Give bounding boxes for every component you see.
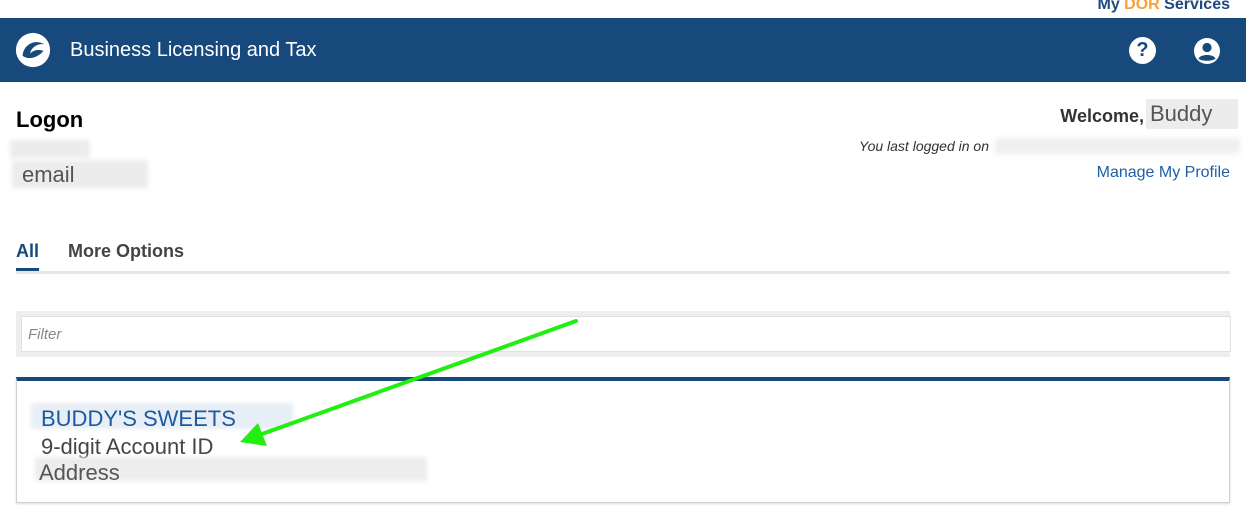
account-address: Address — [39, 460, 120, 485]
last-login-redaction — [995, 138, 1240, 154]
my-dor-services-link[interactable]: My DOR Services — [1097, 0, 1230, 14]
brand-prefix: My — [1097, 0, 1125, 13]
app-title: Business Licensing and Tax — [70, 39, 317, 61]
filter-container — [16, 311, 1231, 357]
brand-suffix: Services — [1159, 0, 1230, 13]
email-label: email — [22, 162, 75, 187]
account-card[interactable]: BUDDY'S SWEETS 9-digit Account ID Addres… — [16, 377, 1230, 503]
business-name[interactable]: BUDDY'S SWEETS — [41, 406, 236, 432]
top-nav-bar: Business Licensing and Tax ? — [0, 18, 1246, 82]
page-title: Logon — [16, 107, 84, 132]
filter-input[interactable] — [21, 316, 1231, 352]
last-login-text: You last logged in on — [859, 138, 989, 154]
manage-profile-link[interactable]: Manage My Profile — [1097, 164, 1230, 182]
dor-logo-icon[interactable] — [14, 31, 52, 69]
username: Buddy — [1150, 101, 1213, 126]
tab-all[interactable]: All — [16, 241, 40, 271]
brand-accent: DOR — [1124, 0, 1160, 13]
tab-bar: All More Options — [16, 239, 1230, 274]
tab-more-options[interactable]: More Options — [68, 241, 184, 262]
welcome-text: Welcome, — [1060, 106, 1144, 126]
redacted-name — [10, 140, 90, 158]
help-icon[interactable]: ? — [1129, 37, 1156, 64]
user-circle-icon[interactable] — [1193, 37, 1221, 65]
